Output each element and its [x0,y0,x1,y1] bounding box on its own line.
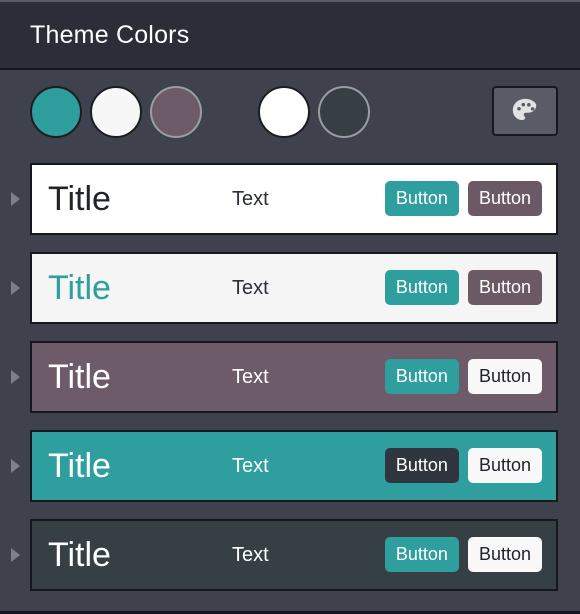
preview-title: Title [48,446,111,485]
theme-row: Title Text Button Button [0,510,580,599]
chevron-right-icon [10,280,20,295]
chevron-right-icon [10,369,20,384]
preview-button-group: Button Button [384,270,542,305]
theme-colors-window: Theme Colors Title Text Button Button Title T… [0,0,580,614]
theme-preview-card[interactable]: Title Text Button Button [30,518,558,591]
preview-button-2[interactable]: Button [467,448,542,483]
preview-button-1[interactable]: Button [384,448,459,483]
theme-row-list: Title Text Button Button Title Text Button Butt… [0,154,580,599]
palette-button[interactable] [492,86,558,136]
expander-triangle-icon[interactable] [0,458,30,473]
theme-preview-card[interactable]: Title Text Button Button [30,340,558,413]
preview-button-group: Button Button [384,537,542,572]
chevron-right-icon [10,191,20,206]
swatch-list [30,86,378,138]
color-swatch-mauve[interactable] [150,86,202,138]
preview-text: Text [232,276,269,299]
preview-button-group: Button Button [384,448,542,483]
preview-text: Text [232,187,269,210]
preview-button-group: Button Button [384,181,542,216]
preview-button-2[interactable]: Button [467,359,542,394]
chevron-right-icon [10,458,20,473]
color-swatch-dark-slate[interactable] [318,86,370,138]
expander-triangle-icon[interactable] [0,280,30,295]
preview-button-1[interactable]: Button [384,359,459,394]
chevron-right-icon [10,547,20,562]
window-header: Theme Colors [0,2,580,70]
expander-triangle-icon[interactable] [0,191,30,206]
color-swatch-pure-white[interactable] [258,86,310,138]
preview-button-2[interactable]: Button [467,270,542,305]
page-title: Theme Colors [30,20,190,49]
preview-title: Title [48,179,111,218]
preview-button-1[interactable]: Button [384,181,459,216]
expander-triangle-icon[interactable] [0,547,30,562]
expander-triangle-icon[interactable] [0,369,30,384]
theme-preview-card[interactable]: Title Text Button Button [30,429,558,502]
color-swatch-bar [0,70,580,154]
preview-button-1[interactable]: Button [384,537,459,572]
preview-text: Text [232,543,269,566]
preview-button-1[interactable]: Button [384,270,459,305]
theme-row: Title Text Button Button [0,243,580,332]
theme-row: Title Text Button Button [0,154,580,243]
theme-row: Title Text Button Button [0,421,580,510]
preview-title: Title [48,268,111,307]
palette-icon [510,96,540,126]
preview-button-2[interactable]: Button [467,181,542,216]
preview-title: Title [48,357,111,396]
theme-preview-card[interactable]: Title Text Button Button [30,162,558,235]
preview-text: Text [232,454,269,477]
preview-title: Title [48,535,111,574]
color-swatch-primary-teal[interactable] [30,86,82,138]
theme-row: Title Text Button Button [0,332,580,421]
preview-button-group: Button Button [384,359,542,394]
color-swatch-light-white[interactable] [90,86,142,138]
preview-text: Text [232,365,269,388]
preview-button-2[interactable]: Button [467,537,542,572]
theme-preview-card[interactable]: Title Text Button Button [30,251,558,324]
